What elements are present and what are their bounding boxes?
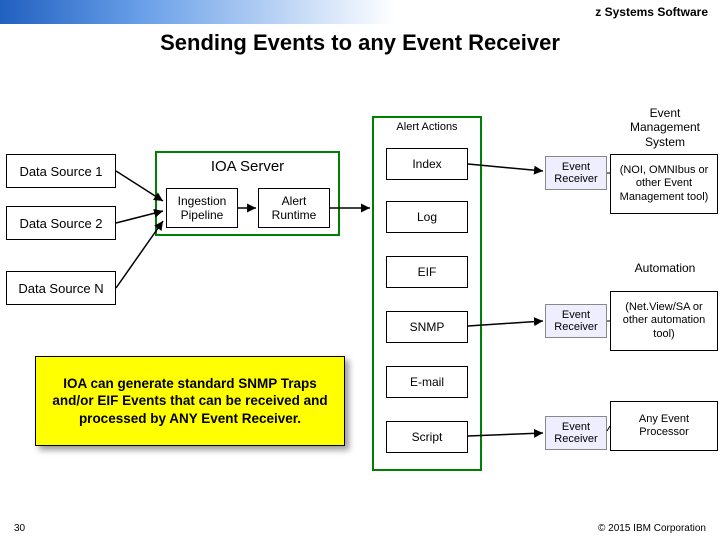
top-bar: z Systems Software: [0, 0, 720, 24]
ingestion-pipeline: Ingestion Pipeline: [166, 188, 238, 228]
ems-noi-box: (NOI, OMNIbus or other Event Management …: [610, 154, 718, 214]
event-receiver-1: Event Receiver: [545, 156, 607, 190]
action-eif: EIF: [386, 256, 468, 288]
alert-runtime: Alert Runtime: [258, 188, 330, 228]
diagram-stage: Data Source 1 Data Source 2 Data Source …: [0, 66, 720, 506]
page-number: 30: [14, 523, 25, 534]
event-receiver-3: Event Receiver: [545, 416, 607, 450]
alert-actions-title: Alert Actions: [372, 121, 482, 133]
action-index: Index: [386, 148, 468, 180]
ems-netview-box: (Net.View/SA or other automation tool): [610, 291, 718, 351]
ems-heading: Event Management System: [610, 106, 720, 149]
action-log: Log: [386, 201, 468, 233]
action-email: E-mail: [386, 366, 468, 398]
ioa-server-title: IOA Server: [160, 158, 335, 175]
data-source-1: Data Source 1: [6, 154, 116, 188]
ems-anyproc-box: Any Event Processor: [610, 401, 718, 451]
data-source-2: Data Source 2: [6, 206, 116, 240]
footer: 30 © 2015 IBM Corporation: [0, 523, 720, 534]
page-title: Sending Events to any Event Receiver: [0, 30, 720, 56]
product-name: z Systems Software: [595, 5, 708, 19]
action-script: Script: [386, 421, 468, 453]
callout-note: IOA can generate standard SNMP Traps and…: [35, 356, 345, 446]
action-snmp: SNMP: [386, 311, 468, 343]
copyright: © 2015 IBM Corporation: [598, 523, 706, 534]
automation-label: Automation: [615, 261, 715, 275]
event-receiver-2: Event Receiver: [545, 304, 607, 338]
data-source-n: Data Source N: [6, 271, 116, 305]
